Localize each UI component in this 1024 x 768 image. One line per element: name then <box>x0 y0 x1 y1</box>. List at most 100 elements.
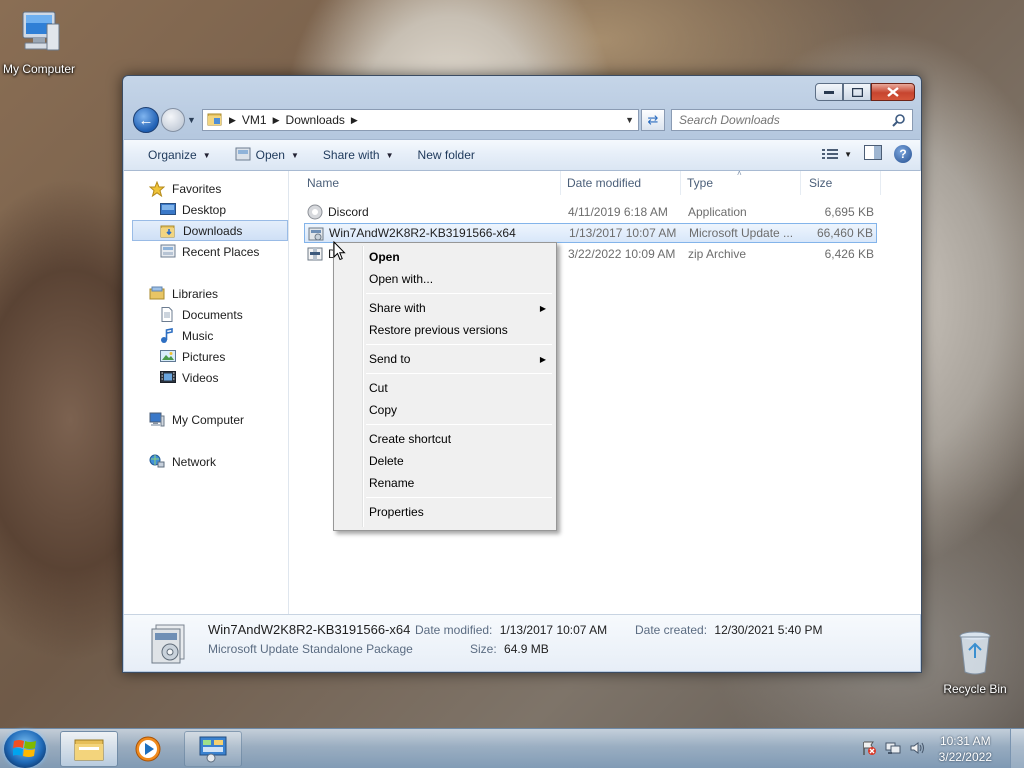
breadcrumb-separator-icon[interactable]: ▶ <box>351 115 358 126</box>
table-row[interactable]: Discord 4/11/2019 6:18 AM Application 6,… <box>304 202 877 222</box>
back-button[interactable]: ← <box>133 107 159 133</box>
nav-pictures[interactable]: Pictures <box>124 346 288 367</box>
nav-label: Pictures <box>182 349 226 364</box>
breadcrumb-downloads[interactable]: Downloads <box>286 113 345 127</box>
nav-documents[interactable]: Documents <box>124 304 288 325</box>
taskbar-explorer-button[interactable] <box>60 731 118 767</box>
share-with-button[interactable]: Share with ▼ <box>311 140 406 170</box>
nav-favorites[interactable]: Favorites <box>124 178 288 199</box>
folder-icon <box>74 739 104 761</box>
share-with-label: Share with <box>322 148 380 162</box>
nav-desktop[interactable]: Desktop <box>124 199 288 220</box>
action-center-flag-icon[interactable] <box>861 740 877 759</box>
volume-icon[interactable] <box>909 740 925 759</box>
forward-button[interactable] <box>161 108 185 132</box>
update-package-icon <box>308 226 324 245</box>
organize-button[interactable]: Organize ▼ <box>136 140 223 170</box>
clock[interactable]: 10:31 AM 3/22/2022 <box>939 733 992 765</box>
arrow-left-icon: ← <box>138 111 154 129</box>
menu-item-create-shortcut[interactable]: Create shortcut <box>336 428 554 450</box>
column-name[interactable]: Name <box>289 171 561 195</box>
menu-item-delete[interactable]: Delete <box>336 450 554 472</box>
help-button[interactable]: ? <box>894 145 912 163</box>
breadcrumb-separator-icon[interactable]: ▶ <box>273 115 280 126</box>
preview-pane-button[interactable] <box>864 145 882 163</box>
clock-date: 3/22/2022 <box>938 750 992 764</box>
change-view-button[interactable]: ▼ <box>822 148 852 160</box>
file-type: zip Archive <box>688 247 747 261</box>
menu-item-copy[interactable]: Copy <box>336 399 554 421</box>
navigation-bar: ← ▼ ▶ VM1 ▶ Downloads ▶ ▼ ⇄ <box>131 107 913 133</box>
file-size: 6,426 KB <box>824 247 874 261</box>
nav-videos[interactable]: Videos <box>124 367 288 388</box>
menu-item-open-with[interactable]: Open with... <box>336 268 554 290</box>
system-tray: 10:31 AM 3/22/2022 <box>861 729 1024 768</box>
file-size: 66,460 KB <box>816 226 873 240</box>
minimize-button[interactable] <box>815 83 843 101</box>
column-date-modified[interactable]: Date modified <box>561 171 681 195</box>
nav-label: Videos <box>182 370 219 385</box>
star-icon <box>148 180 166 200</box>
breadcrumb-vm1[interactable]: VM1 <box>242 113 267 127</box>
show-desktop-button[interactable] <box>1010 729 1024 768</box>
menu-item-send-to[interactable]: Send to ▶ <box>336 348 554 370</box>
command-bar: Organize ▼ Open ▼ Share with ▼ New folde… <box>124 139 920 171</box>
address-bar[interactable]: ▶ VM1 ▶ Downloads ▶ ▼ <box>202 109 639 131</box>
nav-downloads[interactable]: Downloads <box>132 220 288 241</box>
chevron-down-icon: ▼ <box>844 149 852 159</box>
new-folder-button[interactable]: New folder <box>406 140 487 170</box>
desktop-icon-my-computer[interactable]: My Computer <box>0 10 81 76</box>
window-controls <box>815 83 915 101</box>
file-date: 4/11/2019 6:18 AM <box>568 205 668 219</box>
nav-network[interactable]: Network <box>124 451 288 472</box>
nav-my-computer[interactable]: My Computer <box>124 409 288 430</box>
search-icon[interactable] <box>892 113 906 130</box>
refresh-button[interactable]: ⇄ <box>641 109 665 131</box>
clock-time: 10:31 AM <box>939 734 991 748</box>
menu-item-restore-previous-versions[interactable]: Restore previous versions <box>336 319 554 341</box>
nav-music[interactable]: Music <box>124 325 288 346</box>
menu-item-properties[interactable]: Properties <box>336 501 554 523</box>
network-icon <box>149 454 165 472</box>
view-controls: ▼ ? <box>822 145 912 163</box>
mouse-cursor-icon <box>333 240 346 264</box>
details-date-created: Date created: 12/30/2021 5:40 PM <box>635 623 823 637</box>
taskbar-control-panel-button[interactable] <box>184 731 242 767</box>
open-button[interactable]: Open ▼ <box>223 140 311 170</box>
nav-label: My Computer <box>172 412 245 427</box>
search-input[interactable] <box>672 113 882 127</box>
nav-label: Downloads <box>183 223 243 238</box>
nav-label: Favorites <box>172 181 222 196</box>
recycle-bin-icon <box>933 630 1017 679</box>
maximize-button[interactable] <box>843 83 871 101</box>
sort-ascending-icon: ˄ <box>737 169 742 178</box>
folder-icon <box>207 112 223 129</box>
search-box[interactable] <box>671 109 913 131</box>
table-row-selected[interactable]: Win7AndW2K8R2-KB3191566-x64 1/13/2017 10… <box>304 223 877 243</box>
network-status-icon[interactable] <box>885 740 901 759</box>
breadcrumb-separator-icon[interactable]: ▶ <box>229 115 236 126</box>
menu-item-cut[interactable]: Cut <box>336 377 554 399</box>
recent-pages-dropdown[interactable]: ▼ <box>187 115 196 125</box>
libraries-icon <box>149 286 165 303</box>
address-dropdown-icon[interactable]: ▼ <box>625 115 634 125</box>
menu-separator <box>366 373 552 374</box>
menu-item-open[interactable]: Open <box>336 246 554 268</box>
close-button[interactable] <box>871 83 915 101</box>
start-button[interactable] <box>4 730 46 768</box>
menu-item-share-with[interactable]: Share with ▶ <box>336 297 554 319</box>
menu-separator <box>366 344 552 345</box>
nav-recent-places[interactable]: Recent Places <box>124 241 288 262</box>
nav-label: Music <box>182 328 214 343</box>
desktop-icon-recycle-bin[interactable]: Recycle Bin <box>933 630 1017 696</box>
new-folder-label: New folder <box>417 148 475 162</box>
chevron-down-icon: ▼ <box>385 150 394 160</box>
column-size[interactable]: Size <box>801 171 881 195</box>
taskbar-media-player-button[interactable] <box>124 731 172 767</box>
menu-item-rename[interactable]: Rename <box>336 472 554 494</box>
column-type[interactable]: Type ˄ <box>681 169 801 195</box>
pictures-icon <box>160 349 176 366</box>
nav-libraries[interactable]: Libraries <box>124 283 288 304</box>
navigation-pane: Favorites Desktop Downloads Recent Place… <box>124 171 289 614</box>
file-type: Microsoft Update ... <box>689 226 794 240</box>
